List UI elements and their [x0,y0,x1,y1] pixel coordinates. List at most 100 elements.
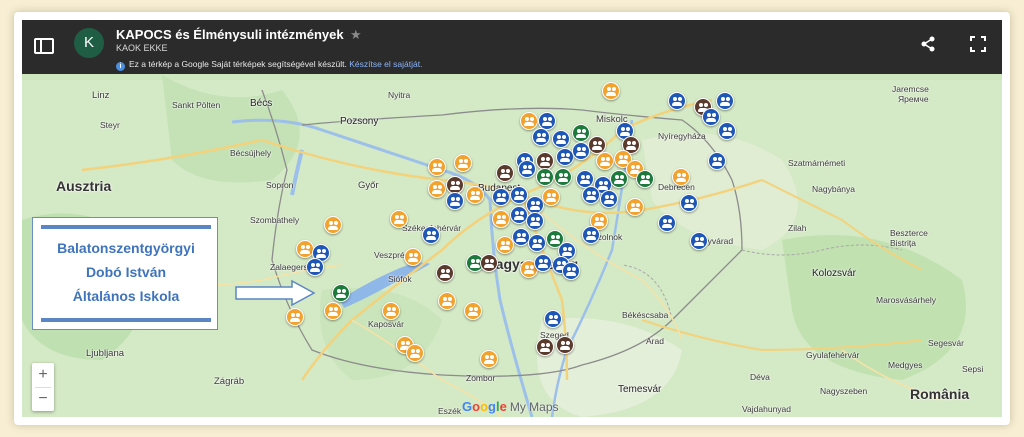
map-marker[interactable] [286,308,304,326]
map-marker[interactable] [542,188,560,206]
map-marker[interactable] [534,254,552,272]
map-marker[interactable] [602,82,620,100]
map-marker[interactable] [406,344,424,362]
map-marker[interactable] [496,236,514,254]
map-marker[interactable] [572,142,590,160]
share-icon[interactable] [919,35,937,53]
map-marker[interactable] [582,226,600,244]
map-label-zombor: Zombor [466,373,496,383]
map-marker[interactable] [518,160,536,178]
embedded-map[interactable]: Linz Sankt Pölten Bécs Steyr Pozsony Nyi… [22,20,1002,417]
map-marker[interactable] [296,240,314,258]
map-marker[interactable] [554,168,572,186]
map-marker[interactable] [610,170,628,188]
map-marker[interactable] [324,216,342,234]
map-marker[interactable] [496,164,514,182]
map-marker[interactable] [702,108,720,126]
map-label-vajdahunyad: Vajdahunyad [742,404,791,414]
map-marker[interactable] [532,128,550,146]
map-label-romania: România [910,386,970,402]
logo-letter: G [462,399,473,414]
map-label-zilah: Zilah [788,223,807,233]
star-icon[interactable]: ★ [350,27,362,43]
map-label-sopron: Sopron [266,180,294,190]
map-marker[interactable] [492,188,510,206]
school-callout: Balatonszentgyörgyi Dobó István Általáno… [32,217,218,330]
map-marker[interactable] [708,152,726,170]
map-marker[interactable] [428,158,446,176]
map-marker[interactable] [716,92,734,110]
info-line: i Ez a térkép a Google Saját térképek seg… [116,59,422,71]
callout-top-bar [41,225,211,229]
callout-arrow-icon [235,279,316,307]
map-marker[interactable] [428,180,446,198]
zoom-in-button[interactable]: + [32,364,54,386]
map-marker[interactable] [562,262,580,280]
map-label-temesvar: Temesvár [618,384,662,395]
zoom-control: + − [32,363,54,411]
map-marker[interactable] [636,170,654,188]
zoom-out-button[interactable]: − [32,388,54,410]
map-marker[interactable] [492,210,510,228]
map-label-nyitra: Nyitra [388,90,411,100]
map-marker[interactable] [536,338,554,356]
map-marker[interactable] [466,186,484,204]
map-marker[interactable] [626,198,644,216]
map-label-jaremcse: Jaremcse [892,84,929,94]
map-marker[interactable] [680,194,698,212]
map-marker[interactable] [690,232,708,250]
map-marker[interactable] [572,124,590,142]
map-marker[interactable] [526,212,544,230]
map-marker[interactable] [668,92,686,110]
create-own-link[interactable]: Készítse el sajátját. [349,59,422,69]
my-maps-text: My Maps [509,400,559,414]
map-marker[interactable] [480,350,498,368]
callout-line-2: Dobó István [85,264,167,280]
map-owner: KAOK EKKE [116,43,168,53]
map-marker[interactable] [582,186,600,204]
map-marker[interactable] [510,186,528,204]
map-marker[interactable] [552,130,570,148]
map-marker[interactable] [438,292,456,310]
logo-letter: e [499,399,507,414]
map-title: KAPOCS és Élménysuli intézmények [116,27,344,42]
map-label-arad: Arad [646,336,664,346]
map-marker[interactable] [544,310,562,328]
map-marker[interactable] [446,192,464,210]
map-marker[interactable] [600,190,618,208]
side-panel-icon[interactable] [34,38,54,54]
map-label-sepsi: Sepsi [962,364,984,374]
map-marker[interactable] [528,234,546,252]
fullscreen-icon[interactable] [970,36,986,52]
map-marker[interactable] [332,284,350,302]
map-marker[interactable] [324,302,342,320]
map-label-ausztria: Ausztria [56,178,112,194]
map-label-nyiregyhaza: Nyíregyháza [658,131,706,141]
map-marker[interactable] [536,168,554,186]
map-marker[interactable] [390,210,408,228]
map-marker[interactable] [454,154,472,172]
map-label-ljubljana: Ljubljana [86,348,125,359]
map-marker[interactable] [658,214,676,232]
map-marker[interactable] [596,152,614,170]
map-label-siofok: Siófok [388,274,412,284]
map-label-stpolten: Sankt Pölten [172,100,221,110]
map-label-pozsony: Pozsony [340,116,379,127]
map-label-beszterce: Beszterce [890,228,928,238]
map-marker[interactable] [480,254,498,272]
map-marker[interactable] [718,122,736,140]
map-marker[interactable] [464,302,482,320]
map-label-gyulafehervar: Gyulafehérvár [806,350,860,360]
map-marker[interactable] [436,264,454,282]
map-marker[interactable] [306,258,324,276]
map-marker[interactable] [382,302,400,320]
map-label-linz: Linz [92,90,110,101]
map-marker[interactable] [422,226,440,244]
map-label-medgyes: Medgyes [888,360,923,370]
map-marker[interactable] [520,112,538,130]
map-marker[interactable] [556,336,574,354]
map-label-szatmarnemeti: Szatmárnémeti [788,158,846,168]
map-marker[interactable] [404,248,422,266]
map-marker[interactable] [672,168,690,186]
avatar[interactable]: K [74,28,104,58]
